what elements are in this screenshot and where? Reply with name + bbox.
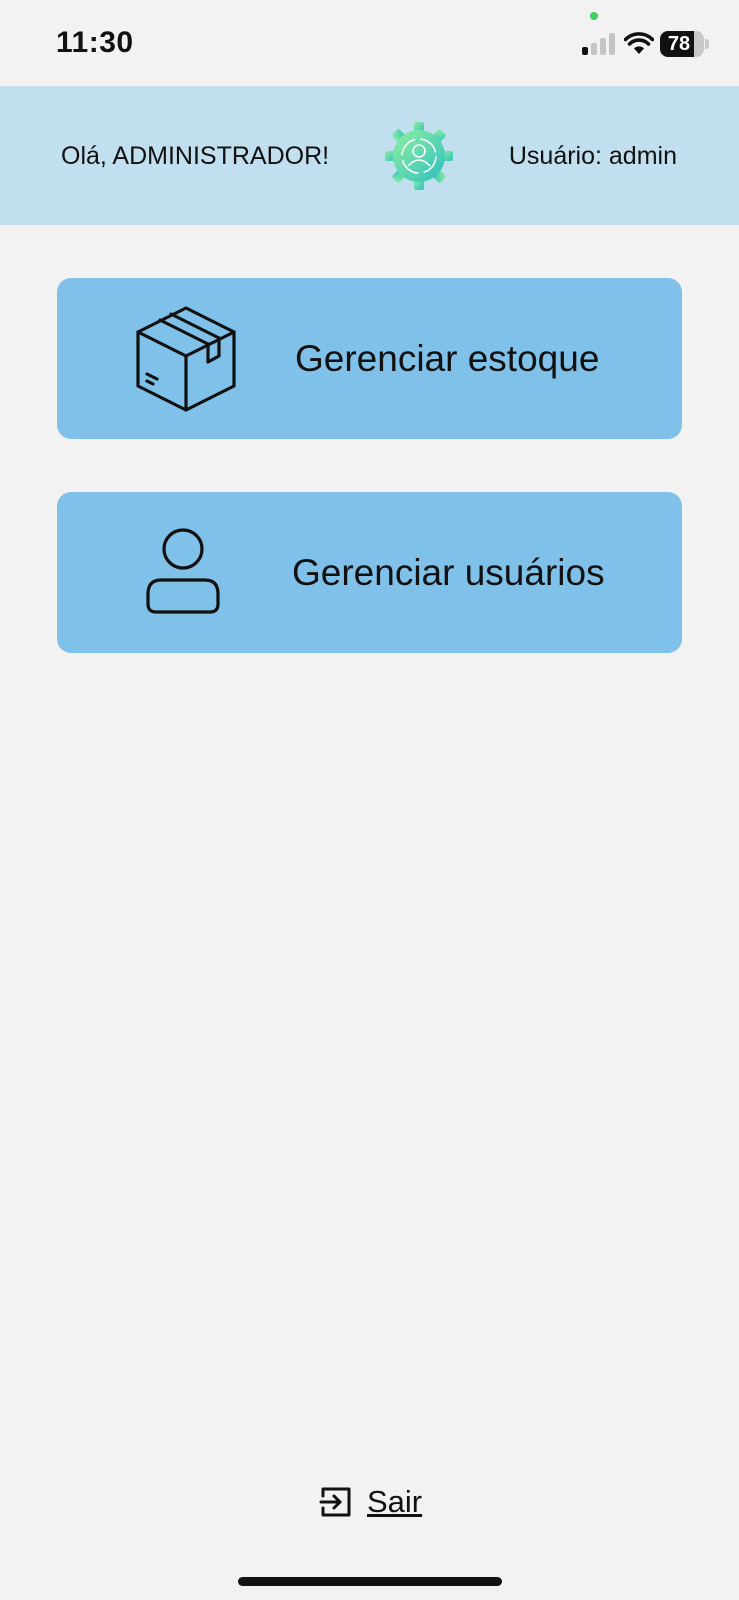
gear-user-logo-icon: [385, 122, 453, 190]
status-bar: 11:30 78: [0, 0, 739, 86]
package-box-icon: [136, 306, 236, 412]
signal-icon: [582, 33, 618, 55]
header-bar: Olá, ADMINISTRADOR! Usuário: admin: [0, 86, 739, 225]
manage-stock-label: Gerenciar estoque: [295, 338, 600, 379]
logout-label: Sair: [367, 1484, 423, 1519]
logout-arrow-icon: [319, 1487, 351, 1517]
app-screen: 11:30 78 Olá, ADMINISTRADOR! Usuário: ad…: [0, 0, 739, 1600]
manage-stock-button[interactable]: Gerenciar estoque: [57, 278, 682, 439]
user-icon: [146, 528, 220, 614]
home-indicator[interactable]: [238, 1577, 502, 1586]
manage-users-label: Gerenciar usuários: [292, 552, 605, 593]
manage-users-button[interactable]: Gerenciar usuários: [57, 492, 682, 653]
battery-icon: 78: [660, 31, 709, 57]
privacy-indicator-dot: [590, 12, 598, 20]
status-time: 11:30: [56, 26, 134, 59]
logout-button[interactable]: Sair: [319, 1480, 422, 1524]
wifi-icon: [624, 32, 654, 54]
battery-level: 78: [667, 33, 691, 55]
current-user-label: Usuário: admin: [508, 142, 677, 170]
greeting-text: Olá, ADMINISTRADOR!: [61, 142, 330, 170]
